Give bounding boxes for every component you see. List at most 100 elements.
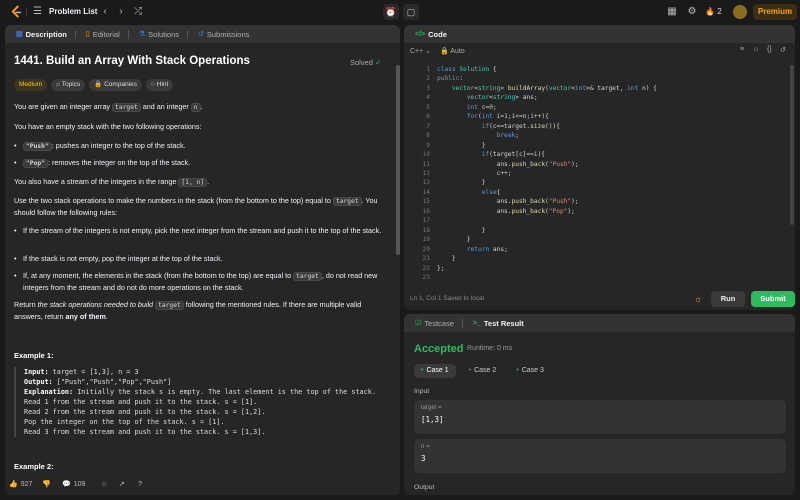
share-icon[interactable]: ↗ [119, 476, 125, 492]
line-number: 18 [422, 226, 430, 234]
list-icon[interactable]: ☰ [33, 6, 44, 17]
result-panel: ☑ Testcase >_ Test Result Accepted Runtime… [404, 314, 795, 495]
line-number: 4 [426, 94, 430, 102]
tab-description[interactable]: ▤ Description [11, 25, 81, 43]
example-title: Example 1: [14, 351, 54, 360]
param-value: 3 [421, 454, 426, 463]
line-number: 22 [422, 264, 430, 272]
case-tab-2[interactable]: • Case 2 [462, 364, 504, 378]
list-item: "Push": pushes an integer to the top of … [14, 140, 386, 152]
runtime-text: Runtime: 0 ms [467, 345, 513, 352]
description-panel: ▤ Description ▯ Editorial ⚗ Solutions ↺ Subm… [5, 25, 400, 495]
case-tab-3[interactable]: • Case 3 [509, 364, 551, 378]
thumbs-down-icon: 👎 [42, 481, 51, 488]
tab-editorial[interactable]: ▯ Editorial [81, 25, 134, 43]
language-select[interactable]: C++ ⌄ [410, 47, 431, 55]
line-number: 9 [426, 141, 430, 149]
format-icon[interactable]: ≡ [740, 46, 744, 53]
terminal-icon: >_ [472, 319, 481, 327]
paragraph: You are given an integer array target an… [14, 102, 203, 112]
case-tab-1[interactable]: • Case 1 [414, 364, 456, 378]
tab-code[interactable]: </> Code [410, 25, 452, 43]
line-number: 11 [422, 160, 430, 168]
chevron-right-icon[interactable]: › [114, 5, 128, 19]
line-number: 8 [426, 132, 430, 140]
notes-icon[interactable]: ▢ [403, 4, 419, 20]
problem-tags: Medium ⌂ Topics 🔒 Companies ○ Hint [14, 79, 174, 91]
comments-button[interactable]: 💬 109 [62, 476, 85, 492]
shuffle-icon[interactable]: ⤮ [131, 5, 145, 19]
tab-testcase[interactable]: ☑ Testcase [410, 314, 468, 332]
layout-icon[interactable]: ▦ [666, 6, 678, 18]
streak-counter[interactable]: 🔥 2 [705, 7, 722, 16]
fire-icon: 🔥 [705, 7, 715, 16]
hint-chip[interactable]: ○ Hint [146, 79, 174, 91]
chevron-left-icon[interactable]: ‹ [98, 5, 112, 19]
reset-icon[interactable]: ↺ [780, 46, 786, 54]
code-toolbar: C++ ⌄ 🔒 Auto ≡ ⌂ {} ↺ [404, 43, 795, 57]
solved-status: Solved ✓ [350, 58, 381, 67]
param-name: target = [421, 405, 442, 411]
list-item: If, at any moment, the elements in the s… [14, 270, 386, 293]
input-label: Input [414, 388, 430, 395]
run-button[interactable]: Run [711, 291, 745, 307]
problem-title[interactable]: 1441. Build an Array With Stack Operatio… [14, 55, 250, 67]
bookmark-icon[interactable]: ⌂ [754, 46, 758, 53]
dislike-button[interactable]: 👎 [42, 476, 51, 492]
chip-label: Hint [156, 81, 169, 88]
list-item: If the stack is not empty, pop the integ… [14, 253, 386, 264]
tab-label: Description [25, 29, 67, 39]
tab-label: Code [428, 29, 447, 39]
timer-icon[interactable]: ⏰ [383, 4, 399, 20]
case-tabs: • Case 1 • Case 2 • Case 3 [414, 364, 551, 378]
tab-solutions[interactable]: ⚗ Solutions [134, 25, 193, 43]
list-item: "Pop": removes the integer on the top of… [14, 157, 386, 169]
scrollbar[interactable] [790, 65, 794, 225]
topics-chip[interactable]: ⌂ Topics [51, 79, 86, 91]
tab-test-result[interactable]: >_ Test Result [468, 314, 529, 332]
line-number: 19 [422, 236, 430, 244]
line-number: 12 [422, 169, 430, 177]
flask-icon: ⚗ [138, 31, 146, 38]
difficulty-badge: Medium [14, 79, 48, 91]
solved-label: Solved [350, 58, 373, 67]
line-number: 10 [422, 151, 430, 159]
input-n-box: n = 3 [414, 439, 786, 473]
paragraph: Use the two stack operations to make the… [14, 196, 378, 217]
premium-button[interactable]: Premium [753, 4, 797, 20]
star-icon[interactable]: ☆ [101, 476, 107, 492]
editor-status: Ln 1, Col 1 Saved to local [410, 295, 485, 302]
code-editor[interactable]: class Solution { public: vector<string> … [437, 65, 657, 273]
list-item: If the stream of the integers is not emp… [14, 225, 386, 236]
auto-mode[interactable]: 🔒 Auto [440, 47, 465, 55]
line-number: 2 [426, 75, 430, 83]
braces-icon[interactable]: {} [767, 46, 772, 53]
tab-label: Editorial [92, 29, 120, 39]
problem-list-link[interactable]: Problem List [49, 7, 97, 16]
document-icon: ▤ [16, 31, 23, 38]
settings-gear-icon[interactable]: ⚙ [686, 6, 698, 18]
companies-chip[interactable]: 🔒 Companies [89, 79, 142, 91]
leetcode-logo-icon[interactable] [10, 5, 23, 18]
example-title: Example 2: [14, 462, 54, 471]
code-panel: </> Code C++ ⌄ 🔒 Auto ≡ ⌂ {} ↺ 1234567891… [404, 25, 795, 310]
code-icon: </> [415, 30, 426, 38]
line-number: 7 [426, 122, 430, 130]
top-bar: ☰ Problem List ‹ › ⤮ ⏰ ▢ ▦ ⚙ 🔥 2 Premium [0, 0, 800, 24]
chip-label: Companies [104, 81, 137, 88]
tab-label: Test Result [483, 318, 524, 328]
like-button[interactable]: 👍 927 [9, 476, 32, 492]
tab-submissions[interactable]: ↺ Submissions [193, 25, 254, 43]
example-block: Input: target = [1,3], n = 3 Output: ["P… [14, 367, 390, 437]
avatar[interactable] [733, 5, 747, 19]
chip-label: Topics [61, 81, 81, 88]
help-icon[interactable]: ? [138, 476, 142, 492]
debug-icon[interactable]: ☼ [694, 294, 702, 304]
result-tabs: ☑ Testcase >_ Test Result [404, 314, 795, 332]
submit-button[interactable]: Submit [751, 291, 795, 307]
line-number: 14 [422, 188, 430, 196]
scrollbar[interactable] [396, 65, 400, 255]
check-circle-icon: ✓ [375, 58, 382, 67]
tag-icon: ⌂ [56, 81, 61, 88]
line-number: 21 [422, 255, 430, 263]
